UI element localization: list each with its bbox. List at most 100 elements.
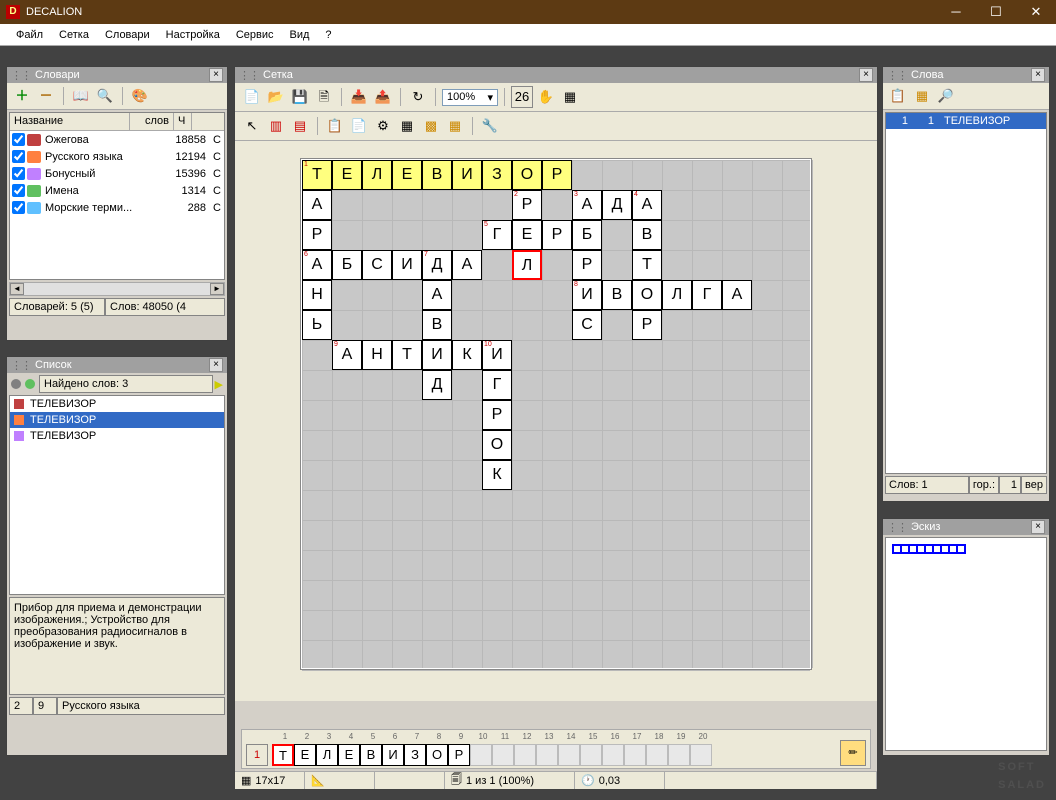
grid-cell[interactable]: И [392,250,422,280]
grid-cell[interactable]: С [572,310,602,340]
grid-cell[interactable]: Е [332,160,362,190]
dictionary-row[interactable]: Ожегова18858С [10,131,224,148]
col-name[interactable]: Название [10,113,130,130]
menu-?[interactable]: ? [317,27,339,43]
link-button[interactable]: ⚙ [372,115,394,137]
grid-cell[interactable]: Е [392,160,422,190]
grid-cell[interactable]: Л [512,250,542,280]
grid-cell[interactable]: 2Р [512,190,542,220]
grid-cell[interactable]: А [302,190,332,220]
grid-cell[interactable]: 7Д [422,250,452,280]
minimize-button[interactable]: ─ [936,0,976,24]
grid-cell[interactable]: 1Т [302,160,332,190]
grid-cell[interactable]: В [422,310,452,340]
dict-checkbox[interactable] [12,201,25,214]
strip-cell[interactable] [470,744,492,766]
pan-button[interactable]: ✋ [535,86,557,108]
grid-cell[interactable]: В [602,280,632,310]
grid-cell[interactable]: Е [512,220,542,250]
grid-cell[interactable]: Т [632,250,662,280]
grid-cell[interactable]: 8И [572,280,602,310]
grid-cell[interactable]: И [452,160,482,190]
strip-cell[interactable] [690,744,712,766]
crossword-grid[interactable]: 1ТЕЛЕВИЗОРА2Р3АД4АР5ГЕРБВ6АБСИ7ДАЛРТНА8И… [301,159,811,669]
grid-cell[interactable]: Ь [302,310,332,340]
menu-Сетка[interactable]: Сетка [51,27,97,43]
dict-checkbox[interactable] [12,167,25,180]
open-dictionary-button[interactable]: 📖 [70,85,92,107]
grid-cell[interactable]: О [632,280,662,310]
dict-checkbox[interactable] [12,184,25,197]
dictionaries-panel-title[interactable]: ⋮⋮ Словари × [7,67,227,83]
new-file-button[interactable]: 📄 [241,86,263,108]
close-icon[interactable]: × [859,68,873,82]
grid-cell[interactable]: Р [542,160,572,190]
grid-cell[interactable]: 9А [332,340,362,370]
grid-cell[interactable]: Т [392,340,422,370]
grid-cell[interactable]: Б [572,220,602,250]
import-button[interactable]: 📥 [348,86,370,108]
grid-cell[interactable]: Р [632,310,662,340]
words-list-button[interactable]: 📋 [887,85,909,107]
strip-cell[interactable]: Р [448,744,470,766]
strip-action-button[interactable]: ✏ [840,740,866,766]
strip-cell[interactable] [646,744,668,766]
refresh-dictionaries-button[interactable]: 🔍 [94,85,116,107]
grid-cell[interactable]: Р [572,250,602,280]
grid-cell[interactable]: Н [302,280,332,310]
zoom-combo[interactable]: 100%▾ [442,89,498,106]
list-item[interactable]: ТЕЛЕВИЗОР [10,428,224,444]
menu-Сервис[interactable]: Сервис [228,27,282,43]
thumbnail-panel-title[interactable]: ⋮⋮ Эскиз × [883,519,1049,535]
add-dictionary-button[interactable]: ＋ [11,85,33,107]
grid-cell[interactable]: Р [302,220,332,250]
strip-cell[interactable] [624,744,646,766]
grid-cell[interactable]: 5Г [482,220,512,250]
close-button[interactable]: ✕ [1016,0,1056,24]
paste-button[interactable]: 📄 [348,115,370,137]
results-list[interactable]: ТЕЛЕВИЗОРТЕЛЕВИЗОРТЕЛЕВИЗОР [9,395,225,595]
strip-cell[interactable]: Л [316,744,338,766]
menu-Файл[interactable]: Файл [8,27,51,43]
words-grid-button[interactable]: ▦ [911,85,933,107]
copy-button[interactable]: 📋 [324,115,346,137]
grid-cell[interactable]: Д [602,190,632,220]
strip-cell[interactable]: В [360,744,382,766]
grid-cell[interactable]: 6А [302,250,332,280]
list-panel-title[interactable]: ⋮⋮ Список × [7,357,227,373]
strip-cell[interactable] [536,744,558,766]
grid-cell[interactable]: Г [692,280,722,310]
grid-cell[interactable]: К [452,340,482,370]
strip-cell[interactable] [602,744,624,766]
grid-cell[interactable]: Г [482,370,512,400]
filter-dot-grey[interactable] [11,379,21,389]
strip-cell[interactable]: З [404,744,426,766]
strip-cell[interactable] [514,744,536,766]
dictionary-row[interactable]: Русского языка12194С [10,148,224,165]
close-icon[interactable]: × [209,68,223,82]
open-file-button[interactable]: 📂 [265,86,287,108]
grid-panel-title[interactable]: ⋮⋮ Сетка × [235,67,877,83]
dictionary-row[interactable]: Морские терми...288С [10,199,224,216]
strip-cell[interactable] [492,744,514,766]
dict-checkbox[interactable] [12,150,25,163]
refresh-button[interactable]: ↻ [407,86,429,108]
words-table[interactable]: 11ТЕЛЕВИЗОР [885,112,1047,474]
grid-cell[interactable]: В [632,220,662,250]
menu-Вид[interactable]: Вид [282,27,318,43]
settings-button[interactable]: 🔧 [479,115,501,137]
grid-cell[interactable]: А [422,280,452,310]
strip-cell[interactable]: Е [294,744,316,766]
grid-cell[interactable]: О [482,430,512,460]
words-search-button[interactable]: 🔎 [935,85,957,107]
col-words[interactable]: слов [130,113,174,130]
maximize-button[interactable]: ☐ [976,0,1016,24]
grid-cell[interactable]: А [722,280,752,310]
dictionary-row[interactable]: Имена1314С [10,182,224,199]
grid-cell[interactable]: Н [362,340,392,370]
strip-cell[interactable] [558,744,580,766]
grid-cell[interactable]: Д [422,370,452,400]
close-icon[interactable]: × [1031,520,1045,534]
grid-cell[interactable]: З [482,160,512,190]
grid-cell[interactable]: Л [662,280,692,310]
